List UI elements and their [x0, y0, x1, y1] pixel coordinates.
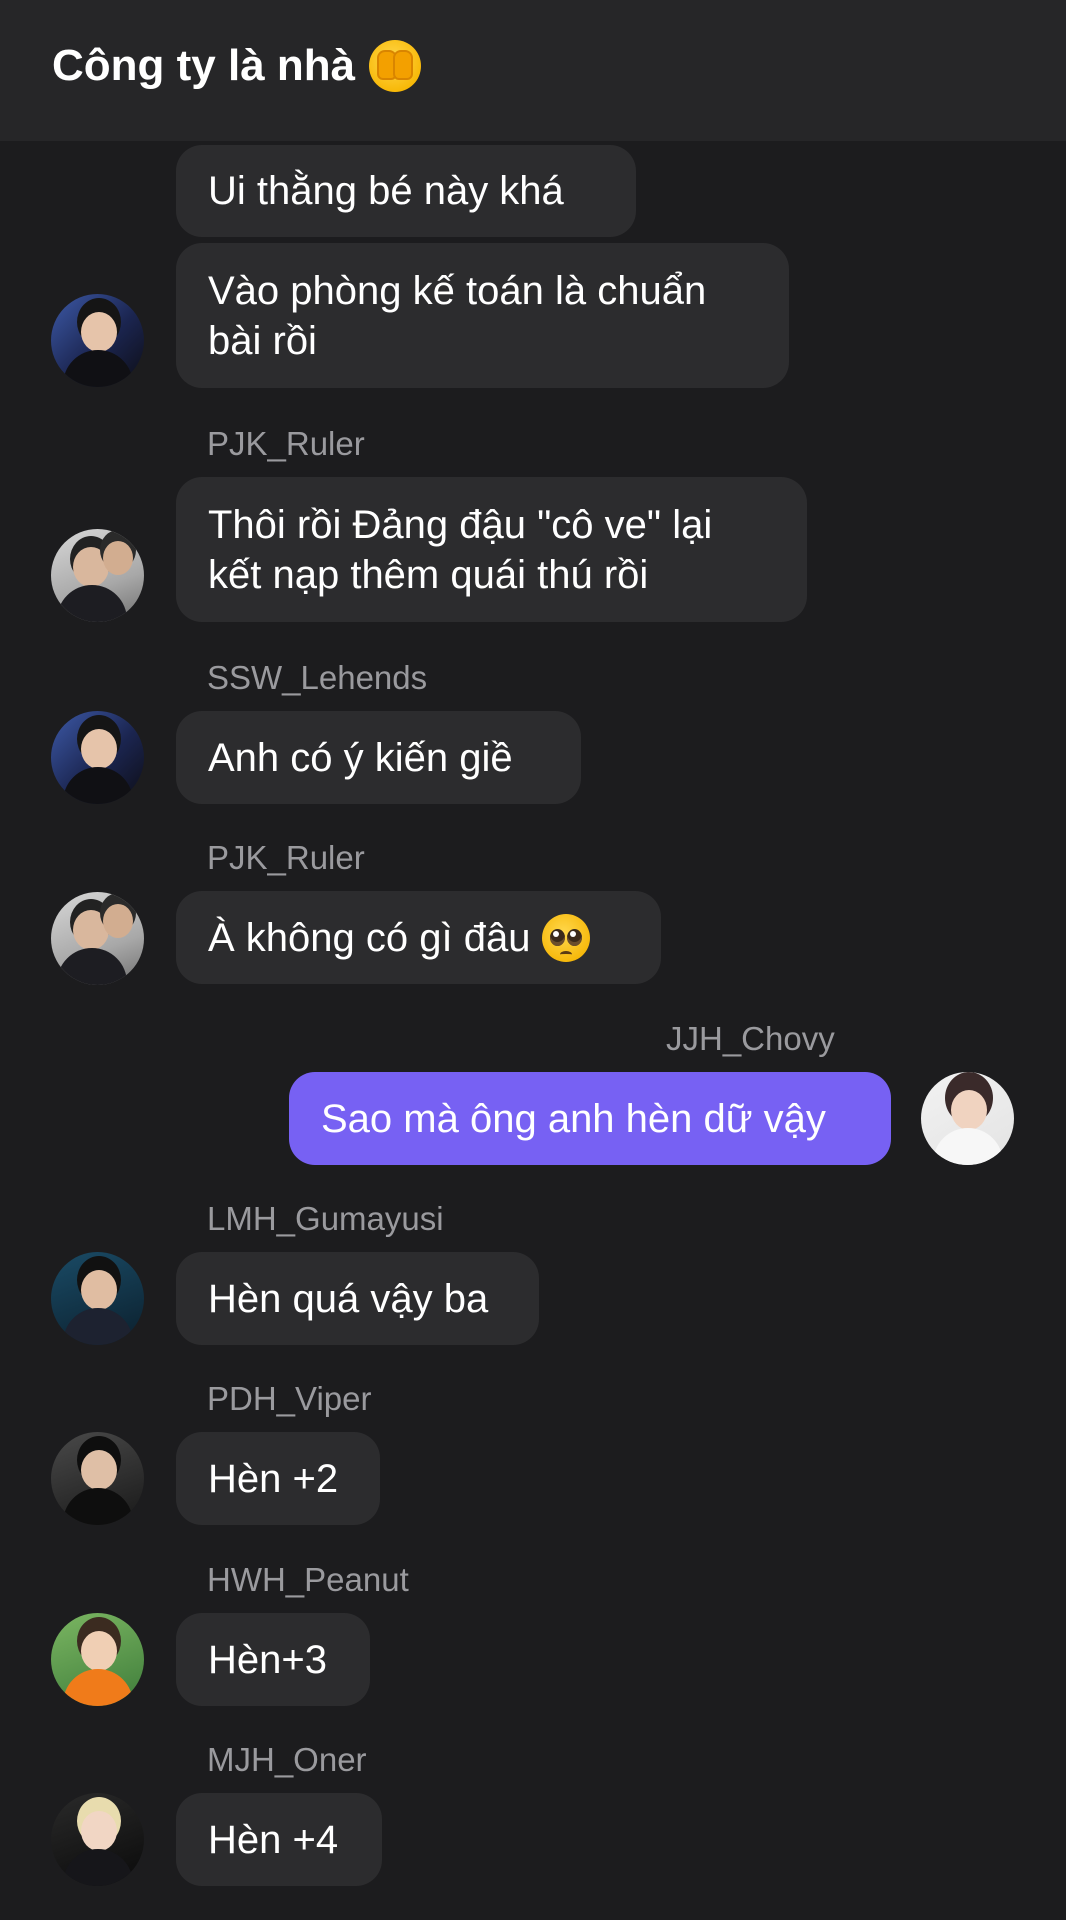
- message-text: Ui thằng bé này khá: [208, 169, 564, 213]
- chat-header: Công ty là nhà: [0, 0, 1066, 141]
- avatar-face-2: [103, 904, 133, 938]
- message-text: Hèn +4: [208, 1817, 339, 1862]
- message-text: Vào phòng kế toán là chuẩn bài rồi: [208, 268, 707, 363]
- avatar[interactable]: [51, 1793, 144, 1886]
- sender-name: HWH_Peanut: [207, 1561, 409, 1598]
- message-bubble[interactable]: Thôi rồi Đảng đậu "cô ve" lại kết nạp th…: [176, 477, 807, 622]
- avatar-body: [57, 948, 127, 985]
- avatar-face-2: [103, 541, 133, 575]
- message-bubble[interactable]: Anh có ý kiến giề: [176, 711, 581, 804]
- avatar[interactable]: [51, 294, 144, 387]
- message-text: Sao mà ông anh hèn dữ vậy: [321, 1096, 826, 1141]
- avatar-face: [951, 1090, 987, 1130]
- chat-title[interactable]: Công ty là nhà: [52, 38, 422, 94]
- avatar-face: [81, 1270, 117, 1310]
- face-with-hands-over-mouth-emoji: [369, 40, 422, 92]
- message-bubble[interactable]: Hèn+3: [176, 1613, 370, 1706]
- sender-name: LMH_Gumayusi: [207, 1200, 444, 1237]
- pleading-face-emoji: [542, 913, 591, 962]
- avatar[interactable]: [51, 1432, 144, 1525]
- avatar-body: [63, 1849, 133, 1886]
- avatar-body: [63, 350, 133, 387]
- message-bubble[interactable]: Hèn +2: [176, 1432, 380, 1525]
- sender-name: PJK_Ruler: [207, 425, 365, 462]
- message-bubble[interactable]: À không có gì đâu: [176, 891, 661, 984]
- message-bubble[interactable]: Hèn quá vậy ba: [176, 1252, 539, 1345]
- sender-name: MJH_Oner: [207, 1741, 367, 1778]
- message-text: Hèn quá vậy ba: [208, 1276, 489, 1321]
- avatar-body: [63, 1308, 133, 1345]
- avatar[interactable]: [51, 529, 144, 622]
- sender-name: JJH_Chovy: [666, 1020, 835, 1057]
- chat-screen: Công ty là nhà Ui thằng bé này khá Vào p…: [0, 0, 1066, 1920]
- sender-name: SSW_Lehends: [207, 659, 428, 696]
- avatar[interactable]: [51, 711, 144, 804]
- message-text: À không có gì đâu: [208, 915, 531, 960]
- avatar-face: [81, 1631, 117, 1671]
- avatar-face: [81, 1450, 117, 1490]
- message-text: Hèn+3: [208, 1637, 327, 1682]
- my-avatar[interactable]: [921, 1072, 1014, 1165]
- avatar[interactable]: [51, 1613, 144, 1706]
- message-text: Hèn +2: [208, 1456, 339, 1501]
- avatar-body: [57, 585, 127, 622]
- avatar-body: [63, 767, 133, 804]
- message-bubble[interactable]: Hèn +4: [176, 1793, 382, 1886]
- avatar-face: [81, 1811, 117, 1851]
- sender-name: PJK_Ruler: [207, 839, 365, 876]
- message-text: Thôi rồi Đảng đậu "cô ve" lại kết nạp th…: [208, 502, 713, 597]
- avatar-body: [63, 1488, 133, 1525]
- avatar[interactable]: [51, 1252, 144, 1345]
- message-bubble[interactable]: Vào phòng kế toán là chuẩn bài rồi: [176, 243, 789, 388]
- avatar[interactable]: [51, 892, 144, 985]
- chat-title-text: Công ty là nhà: [52, 41, 356, 90]
- message-text: Anh có ý kiến giề: [208, 735, 513, 780]
- avatar-body: [933, 1128, 1003, 1165]
- avatar-body: [63, 1669, 133, 1706]
- message-bubble[interactable]: Ui thằng bé này khá: [176, 145, 636, 237]
- avatar-face: [81, 729, 117, 769]
- my-message-bubble[interactable]: Sao mà ông anh hèn dữ vậy: [289, 1072, 891, 1165]
- sender-name: PDH_Viper: [207, 1380, 372, 1417]
- avatar-face: [81, 312, 117, 352]
